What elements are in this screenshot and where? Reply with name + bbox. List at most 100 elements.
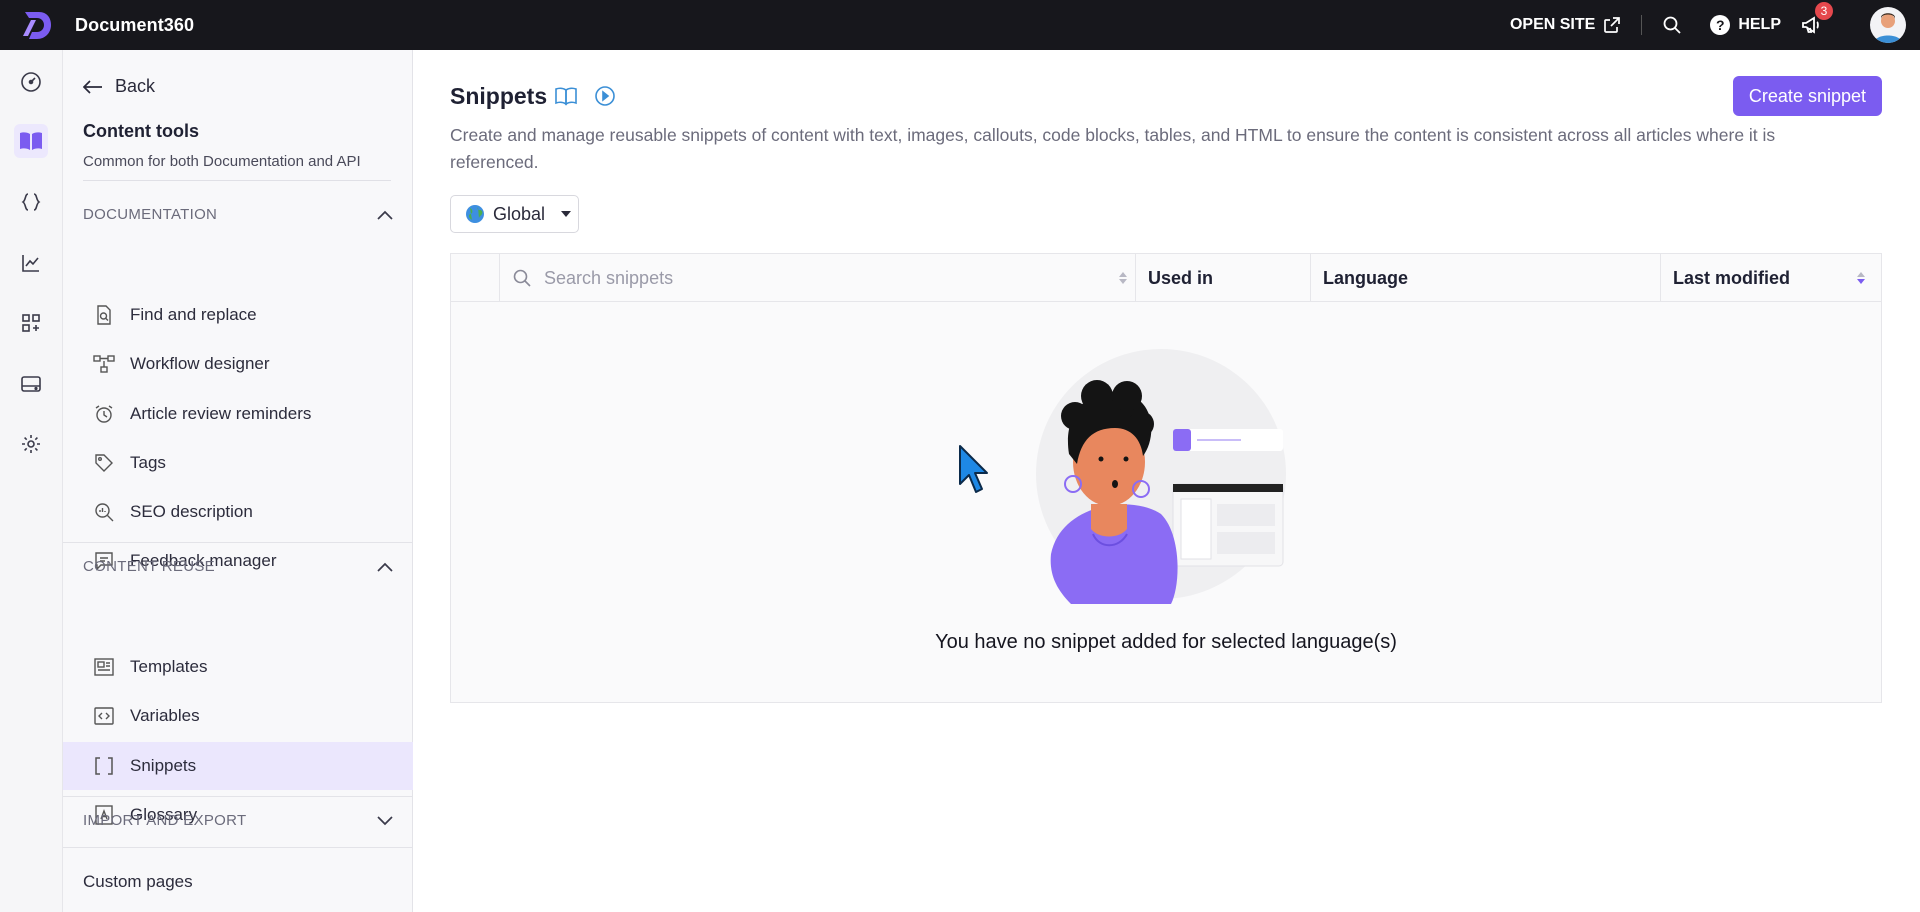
sidebar-item-label: SEO description (130, 502, 253, 521)
sidebar-item-label: Variables (130, 706, 200, 725)
help-icon: ? (1710, 15, 1731, 35)
sidebar-item-find-and-replace[interactable]: Find and replace (63, 291, 413, 339)
document360-logo-icon[interactable] (17, 6, 55, 44)
topbar-divider (1641, 15, 1643, 35)
mouse-cursor-icon (959, 445, 988, 493)
rail-dashboard[interactable] (14, 65, 48, 99)
notification-badge: 3 (1815, 2, 1833, 20)
language-select[interactable]: Global (450, 195, 579, 233)
external-link-icon (1604, 17, 1621, 33)
column-header-used-in[interactable]: Used in (1135, 254, 1310, 302)
app-title: Document360 (75, 14, 195, 35)
book-open-icon (20, 132, 42, 150)
sidebar-item-variables[interactable]: Variables (63, 692, 413, 740)
sort-arrows-icon[interactable] (1857, 272, 1865, 284)
page-description: Create and manage reusable snippets of c… (450, 125, 1776, 172)
snippet-brackets-icon (95, 757, 113, 775)
open-site-label: OPEN SITE (1509, 16, 1596, 33)
section-divider (63, 796, 413, 797)
section-divider (63, 847, 413, 848)
sidebar-item-snippets[interactable]: Snippets (63, 742, 413, 790)
sidebar-item-label: Find and replace (130, 305, 257, 324)
sidebar-item-tags[interactable]: Tags (63, 439, 413, 487)
search-cell (499, 254, 1135, 302)
search-icon (513, 269, 531, 287)
announcements-button[interactable]: 3 (1801, 2, 1833, 35)
sidebar-item-label: Workflow designer (130, 354, 270, 373)
sidebar-item-templates[interactable]: Templates (63, 643, 413, 691)
open-site-link[interactable]: OPEN SITE (1510, 16, 1621, 34)
rail-documentation[interactable] (14, 124, 48, 158)
column-header-label: Last modified (1673, 267, 1791, 288)
column-header-label: Used in (1148, 267, 1214, 288)
chevron-down-icon (377, 815, 393, 825)
empty-state-illustration (1036, 349, 1286, 604)
apps-grid-icon (22, 314, 40, 332)
create-snippet-button[interactable]: Create snippet (1732, 76, 1882, 116)
language-select-value: Global (493, 203, 546, 224)
sidebar-item-label: Article review reminders (130, 404, 312, 423)
content-tools-sidebar: Back Content tools Common for both Docum… (63, 50, 413, 912)
column-header-label: Language (1323, 267, 1409, 288)
code-braces-icon (21, 193, 41, 211)
gear-icon (22, 435, 40, 453)
section-import-export-label: IMPORT AND EXPORT (83, 812, 247, 829)
sort-arrows-icon[interactable] (1119, 272, 1127, 284)
arrow-left-icon (83, 79, 102, 94)
rail-integrations[interactable] (14, 306, 48, 340)
snippets-table: Used in Language Last modified (450, 253, 1882, 703)
sidebar-item-seo-description[interactable]: SEO description (63, 488, 413, 536)
search-icon (1663, 16, 1681, 34)
help-button[interactable]: ? HELP (1710, 15, 1781, 35)
page-title: Snippets (450, 83, 548, 109)
rail-api[interactable] (14, 185, 48, 219)
back-label: Back (115, 76, 156, 96)
icon-rail (0, 50, 63, 912)
chevron-up-icon (377, 562, 393, 572)
user-avatar[interactable] (1870, 7, 1906, 43)
sidebar-item-label: Snippets (130, 756, 197, 775)
sidebar-title-divider (83, 180, 391, 181)
globe-icon (466, 205, 484, 223)
sidebar-item-label: Tags (130, 453, 166, 472)
column-header-language[interactable]: Language (1310, 254, 1660, 302)
caret-down-icon (561, 211, 572, 217)
back-button[interactable]: Back (83, 76, 155, 97)
sidebar-title: Content tools (83, 121, 199, 141)
sidebar-item-label: Templates (130, 657, 208, 676)
book-open-icon[interactable] (554, 86, 578, 106)
template-icon (94, 658, 114, 676)
search-snippets-input[interactable] (544, 267, 1104, 289)
sidebar-item-custom-pages[interactable]: Custom pages (83, 872, 193, 892)
help-label: HELP (1738, 16, 1781, 33)
rail-analytics[interactable] (14, 246, 48, 280)
sidebar-item-article-review-reminders[interactable]: Article review reminders (63, 390, 413, 438)
sidebar-item-workflow-designer[interactable]: Workflow designer (63, 340, 413, 388)
rail-settings[interactable] (14, 427, 48, 461)
column-header-last-modified[interactable]: Last modified (1660, 254, 1873, 302)
rail-drive[interactable] (14, 367, 48, 401)
user-avatar-icon (1874, 13, 1902, 43)
section-documentation-header[interactable]: DOCUMENTATION (83, 206, 393, 223)
section-content-reuse-label: CONTENT REUSE (83, 558, 215, 575)
top-bar: Document360 OPEN SITE ? HELP 3 (0, 0, 1920, 50)
search-button[interactable] (1662, 15, 1682, 35)
play-video-icon[interactable] (594, 85, 616, 107)
dashboard-icon (21, 72, 41, 92)
seo-search-icon (95, 503, 114, 522)
chevron-up-icon (377, 210, 393, 220)
section-content-reuse-header[interactable]: CONTENT REUSE (83, 558, 393, 575)
main-content: Snippets Create snippet Create and manag… (414, 50, 1920, 912)
find-replace-icon (97, 305, 111, 325)
section-documentation-label: DOCUMENTATION (83, 206, 218, 223)
drive-icon (21, 376, 41, 392)
alarm-clock-icon (95, 405, 113, 423)
section-import-export-header[interactable]: IMPORT AND EXPORT (83, 812, 393, 829)
variable-code-icon (94, 707, 114, 725)
workflow-icon (93, 355, 115, 373)
empty-state-message: You have no snippet added for selected l… (935, 631, 1397, 653)
analytics-chart-icon (22, 255, 39, 272)
sidebar-subtitle: Common for both Documentation and API (83, 153, 361, 170)
table-header: Used in Language Last modified (451, 254, 1881, 302)
section-divider (63, 542, 413, 543)
